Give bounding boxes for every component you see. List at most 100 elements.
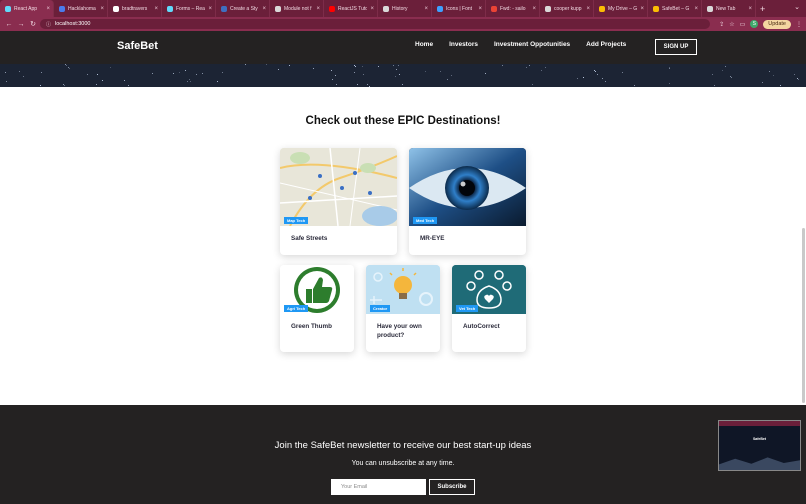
browser-tab[interactable]: Module not f × — [270, 0, 324, 17]
star-dot — [605, 81, 606, 82]
browser-tab[interactable]: New Tab × — [702, 0, 756, 17]
star-dot — [354, 72, 355, 73]
star-dot — [712, 74, 713, 75]
star-dot — [669, 83, 670, 84]
star-dot — [731, 77, 732, 78]
tab-close-icon[interactable]: × — [424, 6, 428, 12]
profile-avatar[interactable]: S — [750, 20, 759, 28]
card-mr-eye[interactable]: Med Tech MR-EYE — [409, 148, 526, 255]
star-dot — [357, 84, 358, 85]
star-dot — [526, 67, 527, 68]
update-button[interactable]: Update — [763, 19, 791, 29]
browser-tab[interactable]: Fwd: - sailo × — [486, 0, 540, 17]
card-your-product[interactable]: Creator Have your own product? — [366, 265, 440, 352]
menu-kebab-icon[interactable]: ⋮ — [796, 21, 802, 28]
star-dot — [485, 73, 486, 74]
section-title: Check out these EPIC Destinations! — [305, 115, 501, 127]
browser-tab[interactable]: React App × — [0, 0, 54, 17]
tab-close-icon[interactable]: × — [46, 6, 50, 12]
star-dot — [179, 72, 180, 73]
pip-mountain-image — [719, 457, 800, 470]
email-input[interactable]: Your Email — [331, 479, 426, 495]
star-dot — [669, 68, 670, 69]
tab-close-icon[interactable]: × — [640, 6, 644, 12]
tab-close-icon[interactable]: × — [262, 6, 266, 12]
star-dot — [529, 65, 530, 66]
card-safe-streets[interactable]: Map Tech Safe Streets — [280, 148, 397, 255]
tab-close-icon[interactable]: × — [586, 6, 590, 12]
tab-close-icon[interactable]: × — [478, 6, 482, 12]
nav-opportunities-link[interactable]: Investment Oppotunities — [494, 41, 570, 48]
tab-title: Icons | Font — [446, 5, 473, 12]
tab-close-icon[interactable]: × — [100, 6, 104, 12]
share-icon[interactable]: ⇪ — [719, 21, 724, 28]
star-dot — [393, 65, 394, 66]
star-dot — [173, 73, 174, 74]
back-icon[interactable]: ← — [3, 21, 15, 28]
star-dot — [187, 81, 188, 82]
star-dot — [541, 70, 542, 71]
signup-button[interactable]: SIGN UP — [655, 39, 697, 55]
tab-title: ReactJS Tuto — [338, 5, 368, 12]
tab-favicon-icon — [599, 5, 605, 12]
tab-close-icon[interactable]: × — [154, 6, 158, 12]
card-tag: Agri Tech — [284, 305, 309, 312]
map-image: Map Tech — [280, 148, 397, 226]
card-green-thumb[interactable]: Agri Tech Green Thumb — [280, 265, 354, 352]
newsletter-footer: Join the SafeBet newsletter to receive o… — [0, 405, 806, 504]
star-dot — [331, 70, 332, 71]
page-scrollbar[interactable] — [802, 228, 805, 403]
site-info-icon[interactable]: ⓘ — [46, 21, 51, 28]
tab-close-icon[interactable]: × — [316, 6, 320, 12]
browser-tab[interactable]: SafeBet – G × — [648, 0, 702, 17]
star-dot — [577, 78, 578, 79]
star-dot — [128, 85, 129, 86]
omnibox[interactable]: ⓘ localhost:3000 — [40, 19, 710, 29]
nav-add-projects-link[interactable]: Add Projects — [586, 41, 626, 48]
nav-investors-link[interactable]: Investors — [449, 41, 478, 48]
tab-favicon-icon — [221, 5, 227, 12]
tab-search-icon[interactable]: ⌄ — [794, 3, 800, 11]
tab-title: My Drive – G — [608, 5, 638, 12]
browser-tab[interactable]: Icons | Font × — [432, 0, 486, 17]
star-dot — [447, 79, 448, 80]
site-logo[interactable]: SafeBet — [117, 40, 158, 52]
tab-close-icon[interactable]: × — [694, 6, 698, 12]
bookmark-star-icon[interactable]: ☆ — [729, 21, 734, 28]
nav-home-link[interactable]: Home — [415, 41, 433, 48]
star-dot — [762, 82, 763, 83]
browser-tab[interactable]: bradtravers × — [108, 0, 162, 17]
browser-tab[interactable]: Hacklahoma × — [54, 0, 108, 17]
reload-icon[interactable]: ↻ — [27, 20, 39, 28]
star-dot — [332, 79, 333, 80]
forward-icon[interactable]: → — [15, 21, 27, 28]
card-caption: MR-EYE — [420, 235, 445, 242]
browser-tab[interactable]: ReactJS Tuto × — [324, 0, 378, 17]
browser-tab[interactable]: Forms – Rea × — [162, 0, 216, 17]
tab-close-icon[interactable]: × — [208, 6, 212, 12]
new-tab-button[interactable]: + — [760, 4, 765, 14]
star-dot — [595, 71, 596, 72]
tab-title: SafeBet – G — [662, 5, 690, 12]
tab-close-icon[interactable]: × — [748, 6, 752, 12]
star-dot — [425, 71, 426, 72]
browser-tab[interactable]: Create a Sty × — [216, 0, 270, 17]
browser-tab[interactable]: cooper kupp × — [540, 0, 594, 17]
card-caption: Have your own product? — [377, 323, 422, 339]
star-dot — [451, 75, 452, 76]
picture-in-picture-preview[interactable]: SafeBet — [718, 420, 801, 471]
star-dot — [725, 66, 726, 67]
sidebar-icon[interactable]: ▭ — [740, 21, 746, 28]
newsletter-subheading: You can unsubscribe at any time. — [351, 460, 455, 467]
tab-close-icon[interactable]: × — [370, 6, 374, 12]
tab-title: Create a Sty — [230, 5, 258, 12]
card-autocorrect[interactable]: Vet Tech AutoCorrect — [452, 265, 526, 352]
star-dot — [402, 84, 403, 85]
browser-tab[interactable]: History × — [378, 0, 432, 17]
tab-close-icon[interactable]: × — [532, 6, 536, 12]
star-dot — [583, 77, 584, 78]
browser-tab[interactable]: My Drive – G × — [594, 0, 648, 17]
tab-favicon-icon — [59, 5, 65, 12]
tab-title: New Tab — [716, 5, 736, 12]
subscribe-button[interactable]: Subscribe — [429, 479, 475, 495]
